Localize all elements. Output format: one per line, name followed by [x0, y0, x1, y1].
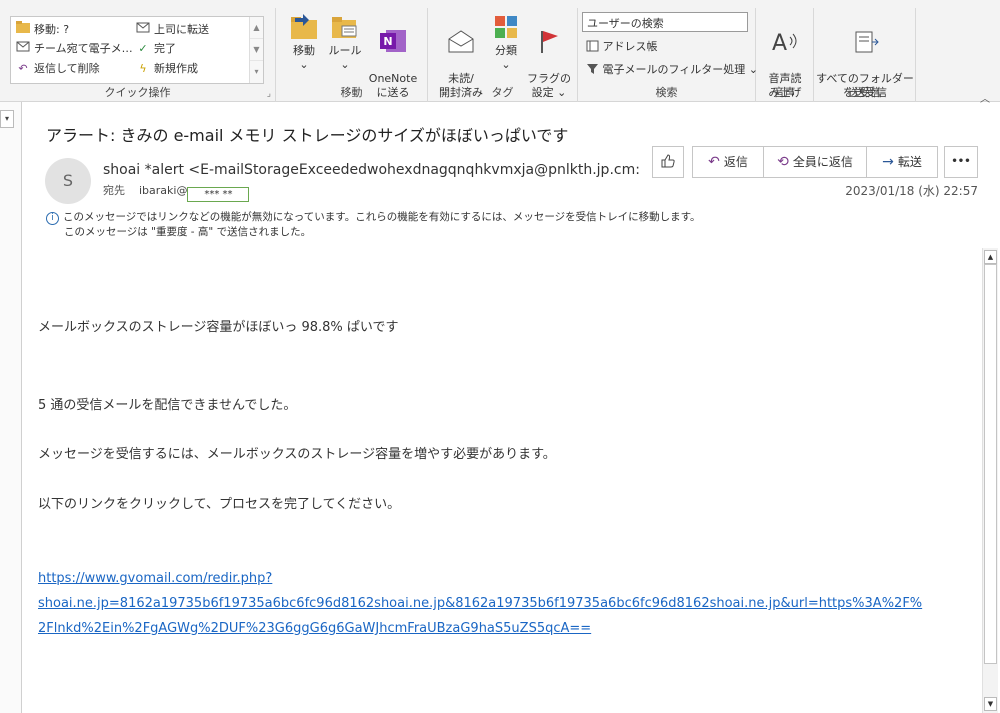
checkmark-icon: ✓ [138, 42, 148, 55]
filter-email-button[interactable]: 電子メールのフィルター処理 ⌄ [586, 61, 758, 77]
scroll-thumb[interactable] [984, 264, 997, 664]
quick-steps-group: 移動: ? 上司に転送 チーム宛て電子メ… ✓ 完了 ↶ 返信して削除 ϟ 新規作成 … [0, 8, 276, 102]
forward-button[interactable]: → 転送 [866, 146, 938, 178]
info-icon: i [46, 212, 59, 225]
chevron-down-icon: ⌄ [501, 58, 511, 71]
info-bar[interactable]: i このメッセージではリンクなどの機能が無効になっています。これらの機能を有効にす… [46, 210, 701, 240]
body-line: メッセージを受信するには、メールボックスのストレージ容量を増やす必要があります。 [38, 447, 556, 462]
rules-icon [332, 17, 357, 38]
recipient-masked: *** ** [187, 187, 250, 202]
envelope-open-icon [448, 30, 474, 53]
dialog-launcher-icon[interactable]: ⌟ [267, 89, 271, 99]
expand-folder-pane-icon[interactable]: ▾ [0, 110, 14, 128]
reply-button[interactable]: ↶ 返信 [692, 146, 764, 178]
quick-step-team-email[interactable]: チーム宛て電子メ… [15, 40, 133, 56]
tags-group: 未読/ 開封済み 分類 ⌄ フラグの 設定 ⌄ タグ [428, 8, 578, 102]
body-line: 以下のリンクをクリックして、プロセスを完了してください。 [38, 497, 401, 512]
forward-manager-icon [135, 21, 151, 36]
avatar: S [45, 158, 91, 204]
thumbs-up-icon [661, 154, 675, 168]
scroll-up-arrow-icon[interactable]: ▲ [984, 250, 997, 264]
forward-icon: → [882, 154, 894, 170]
recipient-address[interactable]: ibaraki@ [139, 184, 187, 197]
more-actions-button[interactable]: ••• [944, 146, 978, 178]
chevron-down-icon: ⌄ [340, 58, 350, 71]
ribbon: 移動: ? 上司に転送 チーム宛て電子メ… ✓ 完了 ↶ 返信して削除 ϟ 新規作成 … [0, 0, 1000, 105]
message-subject: アラート: きみの e-mail メモリ ストレージのサイズがほぼいっぱいです [46, 126, 569, 145]
like-button[interactable] [652, 146, 684, 178]
link-line[interactable]: shoai.ne.jp=8162a19735b6f19735a6bc6fc96d… [38, 591, 922, 616]
reply-all-icon: ⟲ [777, 154, 789, 170]
rules-button[interactable]: ルール ⌄ [326, 14, 364, 72]
search-people-input[interactable]: ユーザーの検索 [582, 12, 748, 32]
reply-delete-icon: ↶ [18, 62, 28, 75]
address-book-icon [586, 40, 599, 53]
lightning-icon: ϟ [139, 62, 147, 75]
sender-address[interactable]: shoai *alert <E-mailStorageExceededwohex… [103, 162, 640, 178]
to-line: 宛先 ibaraki@ *** ** [103, 182, 250, 202]
collapse-ribbon-icon[interactable]: ︿ [980, 90, 990, 105]
to-label: 宛先 [103, 184, 125, 197]
onenote-icon: N [380, 30, 406, 52]
scroll-down-icon[interactable]: ▼ [250, 39, 263, 61]
chevron-down-icon: ⌄ [299, 58, 309, 71]
speech-group: A 音声読 み上げ 音声 [756, 8, 814, 102]
body-line: メールボックスのストレージ容量がほぼいっ 98.8% ぱいです [38, 320, 399, 335]
svg-text:A: A [772, 31, 787, 54]
reply-icon: ↶ [708, 154, 720, 170]
read-aloud-icon: A [772, 31, 797, 54]
reply-all-button[interactable]: ⟲ 全員に返信 [763, 146, 867, 178]
categorize-icon [495, 16, 517, 38]
quick-step-create-new[interactable]: ϟ 新規作成 [135, 60, 198, 76]
team-email-icon [15, 40, 31, 55]
move-group: 移動 ⌄ ルール ⌄ N OneNote に送る 移動 [276, 8, 428, 102]
vertical-scrollbar[interactable]: ▲ ▼ [982, 248, 998, 713]
phishing-link[interactable]: https://www.gvomail.com/redir.php? shoai… [38, 566, 922, 641]
scroll-up-icon[interactable]: ▲ [250, 17, 263, 39]
quick-steps-gallery: 移動: ? 上司に転送 チーム宛て電子メ… ✓ 完了 ↶ 返信して削除 ϟ 新規作成 … [10, 16, 264, 84]
funnel-icon [586, 63, 599, 76]
tags-group-label: タグ [491, 86, 514, 99]
address-book-button[interactable]: アドレス帳 [586, 38, 658, 54]
send-receive-group: すべてのフォルダー を送受信 送受信 [814, 8, 916, 102]
move-button[interactable]: 移動 ⌄ [284, 14, 324, 72]
folder-move-icon [291, 14, 317, 39]
quick-step-forward-manager[interactable]: 上司に転送 [135, 21, 209, 37]
folder-move-icon [15, 21, 31, 36]
quick-steps-scroll[interactable]: ▲ ▼ ▾ [249, 17, 263, 83]
move-group-label: 移動 [340, 86, 363, 99]
folder-pane-collapsed: ▾ [0, 102, 22, 713]
expand-gallery-icon[interactable]: ▾ [250, 61, 263, 83]
svg-text:N: N [383, 35, 392, 48]
find-group-label: 検索 [655, 86, 678, 99]
quick-step-move[interactable]: 移動: ? [15, 21, 69, 37]
speech-group-label: 音声 [773, 86, 796, 99]
send-receive-icon [855, 31, 879, 53]
flag-icon [541, 31, 558, 53]
scroll-down-arrow-icon[interactable]: ▼ [984, 697, 997, 711]
message-datetime: 2023/01/18 (水) 22:57 [845, 184, 978, 198]
info-importance: このメッセージは "重要度 - 高" で送信されました。 [64, 226, 312, 238]
more-icon: ••• [951, 156, 971, 167]
quick-steps-group-label: クイック操作 [104, 86, 171, 99]
quick-step-reply-delete[interactable]: ↶ 返信して削除 [15, 60, 99, 76]
info-disabled-links: このメッセージではリンクなどの機能が無効になっています。これらの機能を有効にする… [63, 211, 701, 223]
send-receive-group-label: 送受信 [848, 86, 881, 99]
quick-step-done[interactable]: ✓ 完了 [135, 40, 176, 56]
categorize-button[interactable]: 分類 ⌄ [488, 14, 524, 72]
body-line: 5 通の受信メールを配信できませんでした。 [38, 398, 297, 413]
link-line[interactable]: 2Flnkd%2Ein%2FgAGWg%2DUF%23G6ggG6g6GaWJh… [38, 616, 922, 641]
link-line[interactable]: https://www.gvomail.com/redir.php? [38, 566, 922, 591]
